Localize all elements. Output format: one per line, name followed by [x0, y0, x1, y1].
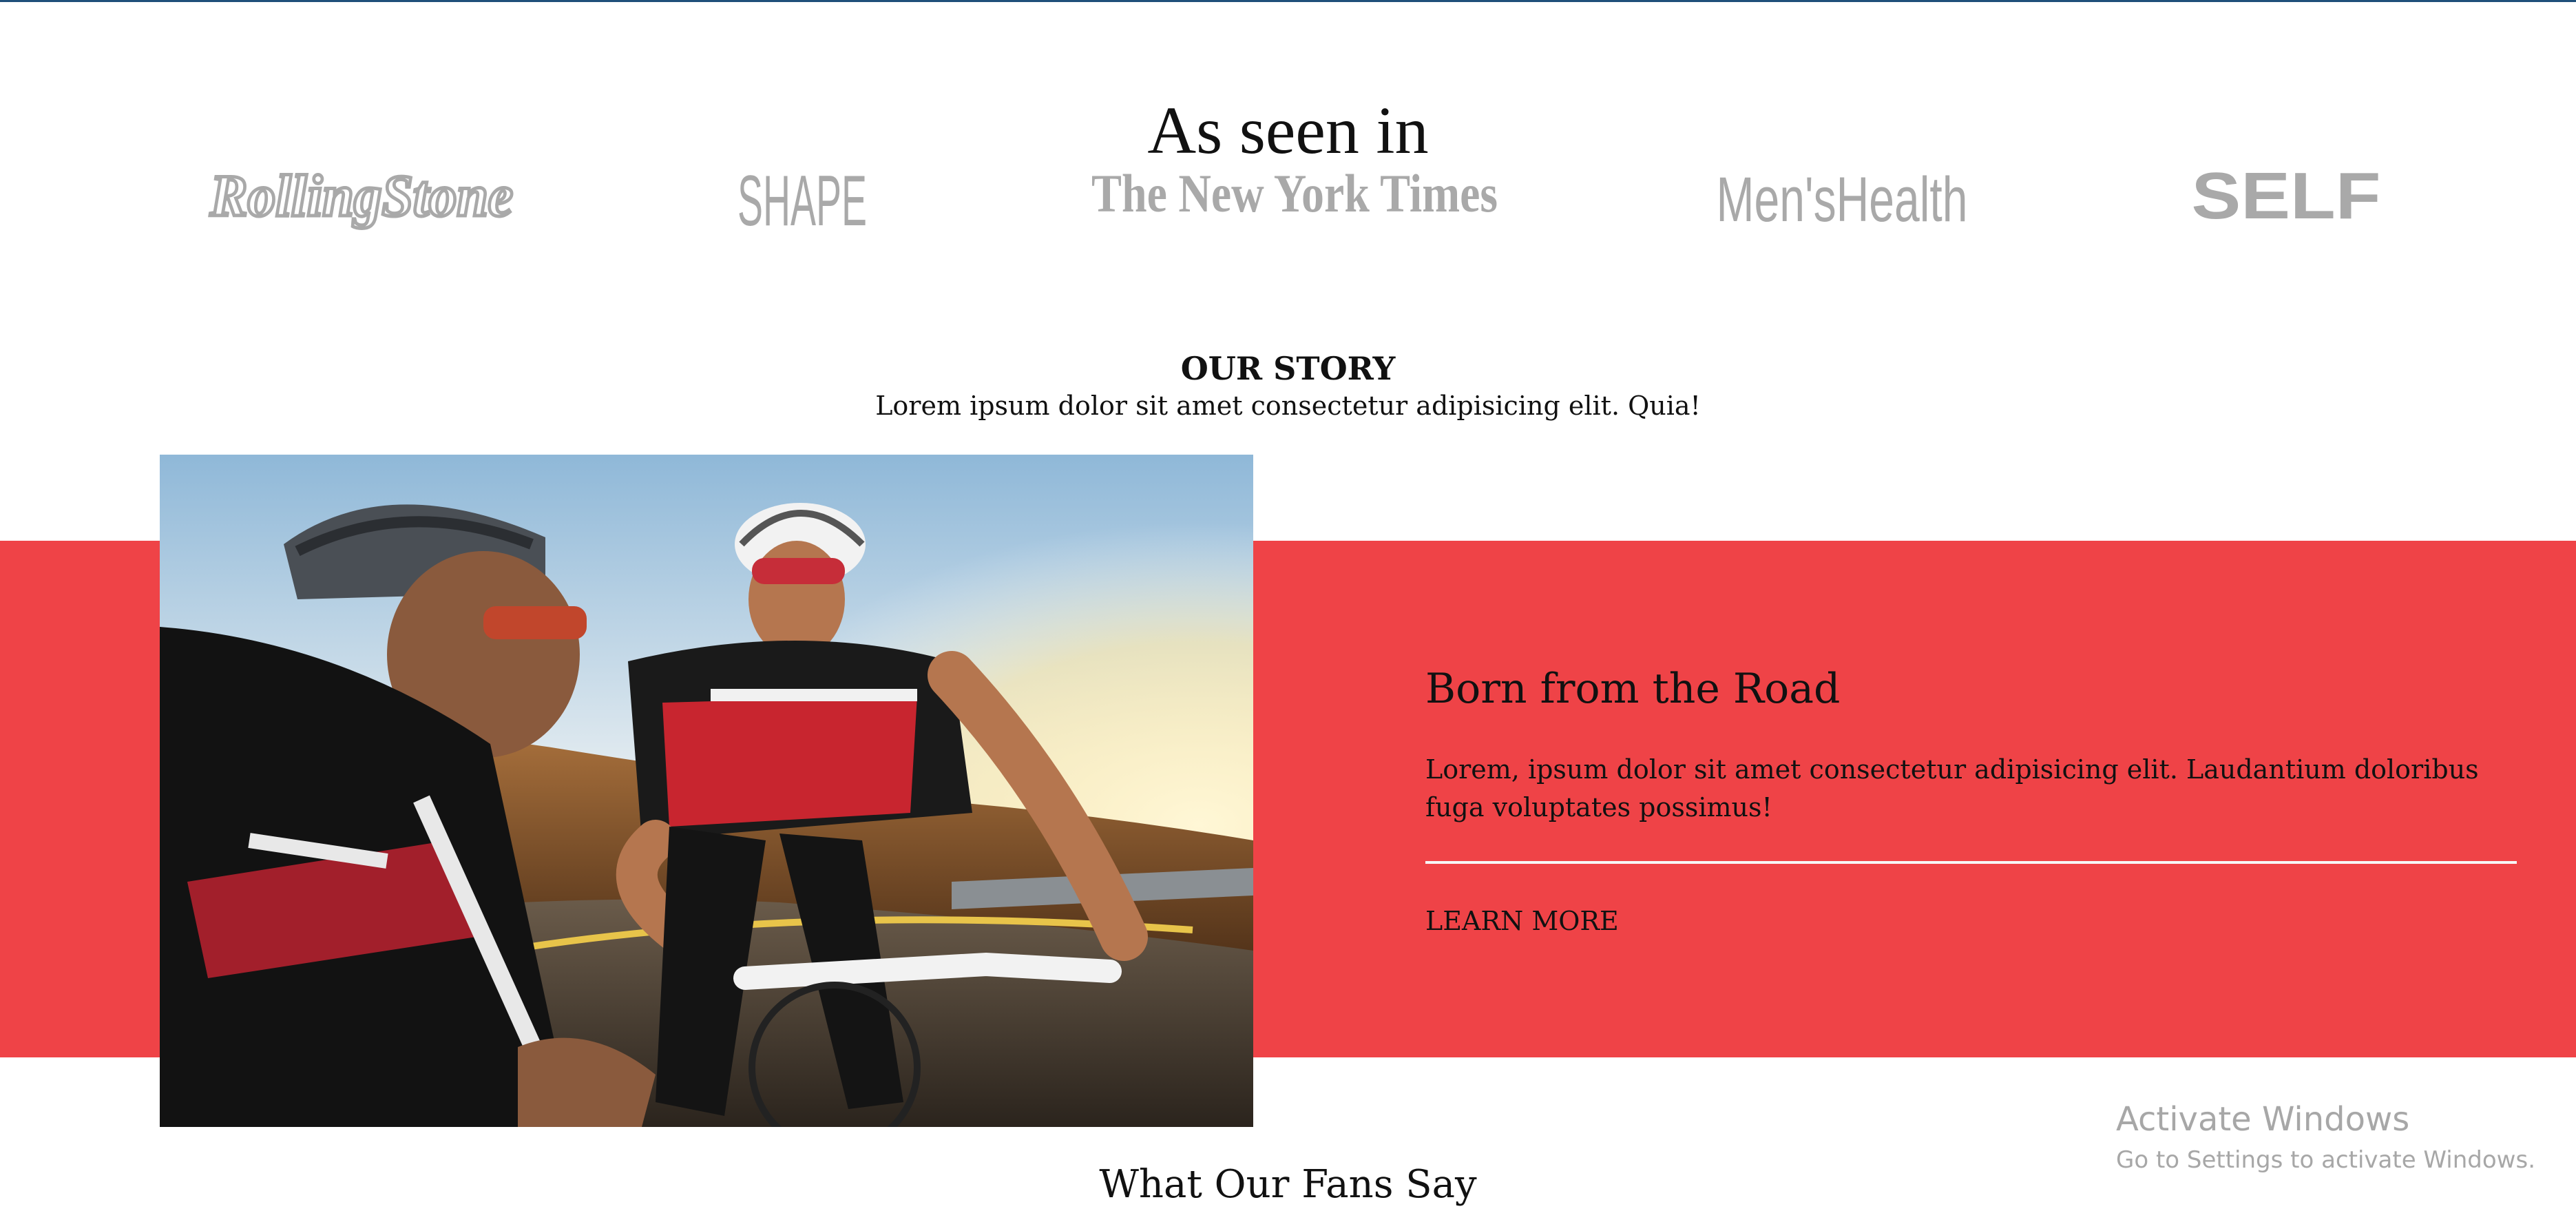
self-logo: SELF: [2183, 158, 2389, 241]
mens-health-logo: Men'sHealth: [1701, 158, 1983, 241]
nyt-logo: The New York Times: [1081, 158, 1508, 241]
rolling-stone-logo: RollingStone: [200, 158, 523, 241]
activate-windows-title: Activate Windows: [2116, 1100, 2410, 1139]
feature-divider: [1425, 861, 2517, 864]
self-logo-text: SELF: [2192, 159, 2381, 233]
learn-more-link[interactable]: LEARN MORE: [1425, 902, 1619, 940]
fans-heading: What Our Fans Say: [1099, 1162, 1477, 1207]
shape-logo: SHAPE: [730, 158, 875, 241]
feature-text: Lorem, ipsum dolor sit amet consectetur …: [1425, 754, 2479, 822]
feature-heading: Born from the Road: [1425, 665, 1841, 713]
nyt-logo-text: The New York Times: [1091, 163, 1498, 223]
mens-health-logo-text: Men'sHealth: [1717, 165, 1968, 235]
cyclists-photo: [160, 455, 1253, 1127]
shape-logo-text: SHAPE: [737, 161, 867, 241]
our-story-subtitle: Lorem ipsum dolor sit amet consectetur a…: [875, 391, 1701, 421]
top-border: [0, 0, 2576, 2]
rolling-stone-logo-text: RollingStone: [209, 163, 513, 229]
our-story-heading: OUR STORY: [1180, 350, 1396, 387]
